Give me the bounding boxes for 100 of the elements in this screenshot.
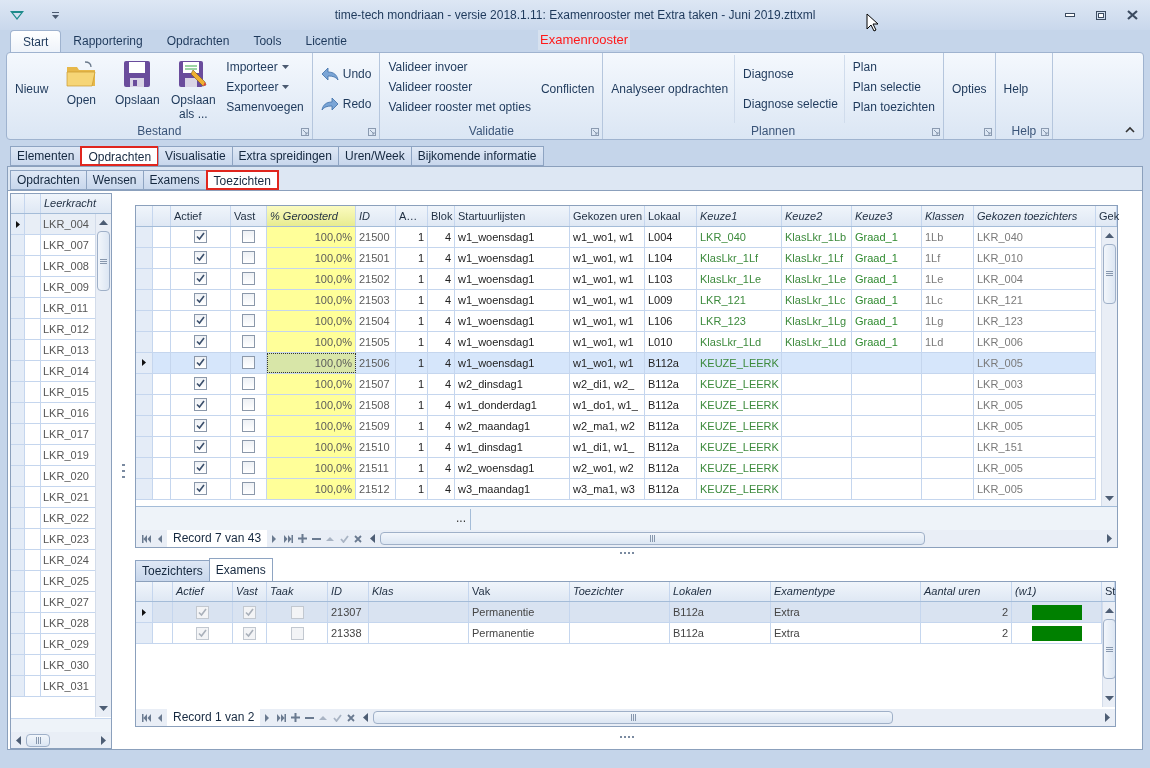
list-row[interactable]: LKR_022: [11, 508, 95, 529]
table-row[interactable]: 100,0% 21512 1 4 w3_maandag1 w3_ma1, w3 B112a KEUZE_LEERK LKR_005: [136, 478, 1096, 500]
ribbon-button[interactable]: Undo: [316, 63, 376, 85]
add-record-button[interactable]: [288, 710, 303, 725]
scrollbar[interactable]: [95, 214, 111, 717]
checkbox[interactable]: [242, 377, 255, 391]
ribbon-button[interactable]: Redo: [316, 93, 376, 115]
checkbox[interactable]: [242, 356, 255, 370]
column-header[interactable]: Gekozen toezichters: [974, 206, 1096, 226]
list-row[interactable]: LKR_024: [11, 550, 95, 571]
list-row[interactable]: LKR_031: [11, 676, 95, 697]
ribbon-button[interactable]: Plan selectie: [848, 77, 925, 97]
table-row[interactable]: 100,0% 21510 1 4 w1_dinsdag1 w1_di1, w1_ B112a KEUZE_LEERK LKR_151: [136, 436, 1096, 458]
scroll-thumb[interactable]: [380, 532, 926, 545]
list-row[interactable]: LKR_019: [11, 445, 95, 466]
checkbox[interactable]: [194, 461, 207, 475]
ribbon-button[interactable]: Plan: [848, 57, 881, 77]
list-row[interactable]: LKR_012: [11, 319, 95, 340]
column-header[interactable]: Keuze3: [852, 206, 922, 226]
scrollbar[interactable]: [1102, 602, 1115, 707]
list-row[interactable]: LKR_020: [11, 466, 95, 487]
checkbox[interactable]: [243, 626, 256, 640]
column-header[interactable]: Keuze2: [782, 206, 852, 226]
table-row[interactable]: 21338 Permanentie B112a Extra 2: [136, 623, 1102, 644]
scrollbar[interactable]: [11, 732, 111, 748]
list-row[interactable]: LKR_027: [11, 592, 95, 613]
list-row[interactable]: LKR_007: [11, 235, 95, 256]
column-header[interactable]: Startuurlijsten: [455, 206, 570, 226]
checkbox[interactable]: [242, 293, 255, 307]
ribbon-button[interactable]: Importeer: [222, 57, 293, 77]
row-header[interactable]: [136, 602, 153, 622]
column-header[interactable]: % Geroosterd: [267, 206, 356, 226]
column-header[interactable]: Gek: [1096, 206, 1117, 226]
tab[interactable]: Examens: [142, 170, 207, 190]
list-row[interactable]: LKR_025: [11, 571, 95, 592]
ribbon-tab[interactable]: Start: [10, 30, 62, 52]
checkbox[interactable]: [242, 461, 255, 475]
ribbon-button[interactable]: Valideer invoer: [384, 57, 472, 77]
checkbox[interactable]: [194, 356, 207, 370]
column-header[interactable]: Lokaal: [645, 206, 697, 226]
ribbon-button[interactable]: Samenvoegen: [222, 97, 308, 117]
checkbox[interactable]: [242, 335, 255, 349]
scroll-thumb[interactable]: [1103, 619, 1115, 679]
tab[interactable]: Extra spreidingen: [231, 146, 339, 166]
column-header[interactable]: Taak: [267, 582, 328, 601]
checkbox[interactable]: [196, 605, 209, 619]
tab[interactable]: Wensen: [85, 170, 144, 190]
checkbox[interactable]: [194, 377, 207, 391]
column-header[interactable]: Aantal uren: [921, 582, 1012, 601]
ribbon-button[interactable]: Help: [999, 80, 1033, 98]
scrollbar[interactable]: [1101, 226, 1117, 507]
ribbon-button[interactable]: Conflicten: [536, 80, 599, 98]
column-header[interactable]: Actief: [171, 206, 231, 226]
list-row[interactable]: LKR_011: [11, 298, 95, 319]
add-record-button[interactable]: [295, 531, 310, 546]
row-header[interactable]: [11, 214, 25, 234]
ribbon-button[interactable]: Diagnose selectie: [739, 94, 842, 114]
ribbon-tab[interactable]: Opdrachten: [154, 30, 242, 52]
checkbox[interactable]: [242, 251, 255, 265]
tab[interactable]: Bijkomende informatie: [410, 146, 544, 166]
column-header[interactable]: Klas: [369, 582, 469, 601]
tab[interactable]: Opdrachten: [10, 170, 87, 190]
column-header[interactable]: Keuze1: [697, 206, 782, 226]
ribbon-button[interactable]: Valideer rooster met opties: [384, 97, 535, 117]
ribbon-button[interactable]: Diagnose: [739, 64, 798, 84]
list-row[interactable]: LKR_008: [11, 256, 95, 277]
ribbon-button[interactable]: Analyseer opdrachten: [607, 80, 733, 98]
scroll-thumb[interactable]: [26, 733, 50, 747]
column-header[interactable]: Toezichter: [570, 582, 670, 601]
column-header[interactable]: (w1): [1012, 582, 1102, 601]
checkbox[interactable]: [243, 605, 256, 619]
checkbox[interactable]: [242, 398, 255, 412]
table-row[interactable]: 100,0% 21503 1 4 w1_woensdag1 w1_wo1, w1 L009 LKR_121 KlasLkr_1Lc Graad_1 1Lc LKR_121: [136, 289, 1096, 311]
table-row[interactable]: 100,0% 21509 1 4 w2_maandag1 w2_ma1, w2 B112a KEUZE_LEERK LKR_005: [136, 415, 1096, 437]
ribbon-button[interactable]: Valideer rooster: [384, 77, 477, 97]
table-row[interactable]: 100,0% 21500 1 4 w1_woensdag1 w1_wo1, w1 L004 LKR_040 KlasLkr_1Lb Graad_1 1Lb LKR_040: [136, 226, 1096, 248]
ribbon-button[interactable]: Open: [54, 56, 109, 122]
tab[interactable]: Toezichten: [205, 170, 279, 190]
ribbon-button[interactable]: Exporteer: [222, 77, 294, 97]
tab[interactable]: Visualisatie: [158, 146, 233, 166]
ribbon-tab[interactable]: Licentie: [293, 30, 359, 52]
ribbon-button[interactable]: Opties: [947, 80, 991, 98]
ribbon-tab[interactable]: Tools: [241, 30, 294, 52]
tab[interactable]: Elementen: [10, 146, 82, 166]
list-row[interactable]: LKR_009: [11, 277, 95, 298]
list-row[interactable]: LKR_029: [11, 634, 95, 655]
scroll-thumb[interactable]: [1103, 243, 1116, 304]
checkbox[interactable]: [194, 419, 207, 433]
checkbox[interactable]: [194, 230, 207, 244]
column-header[interactable]: ID: [328, 582, 369, 601]
checkbox[interactable]: [194, 398, 207, 412]
tab[interactable]: Toezichters: [135, 560, 210, 581]
table-row[interactable]: 100,0% 21506 1 4 w1_woensdag1 w1_wo1, w1 B112a KEUZE_LEERK LKR_005: [136, 352, 1096, 374]
table-row[interactable]: 100,0% 21507 1 4 w2_dinsdag1 w2_di1, w2_ B112a KEUZE_LEERK LKR_003: [136, 373, 1096, 395]
column-header[interactable]: Vak: [469, 582, 570, 601]
list-row[interactable]: LKR_023: [11, 529, 95, 550]
list-row[interactable]: LKR_014: [11, 361, 95, 382]
checkbox[interactable]: [242, 314, 255, 328]
column-header[interactable]: A…: [396, 206, 428, 226]
column-header[interactable]: Lokalen: [670, 582, 771, 601]
